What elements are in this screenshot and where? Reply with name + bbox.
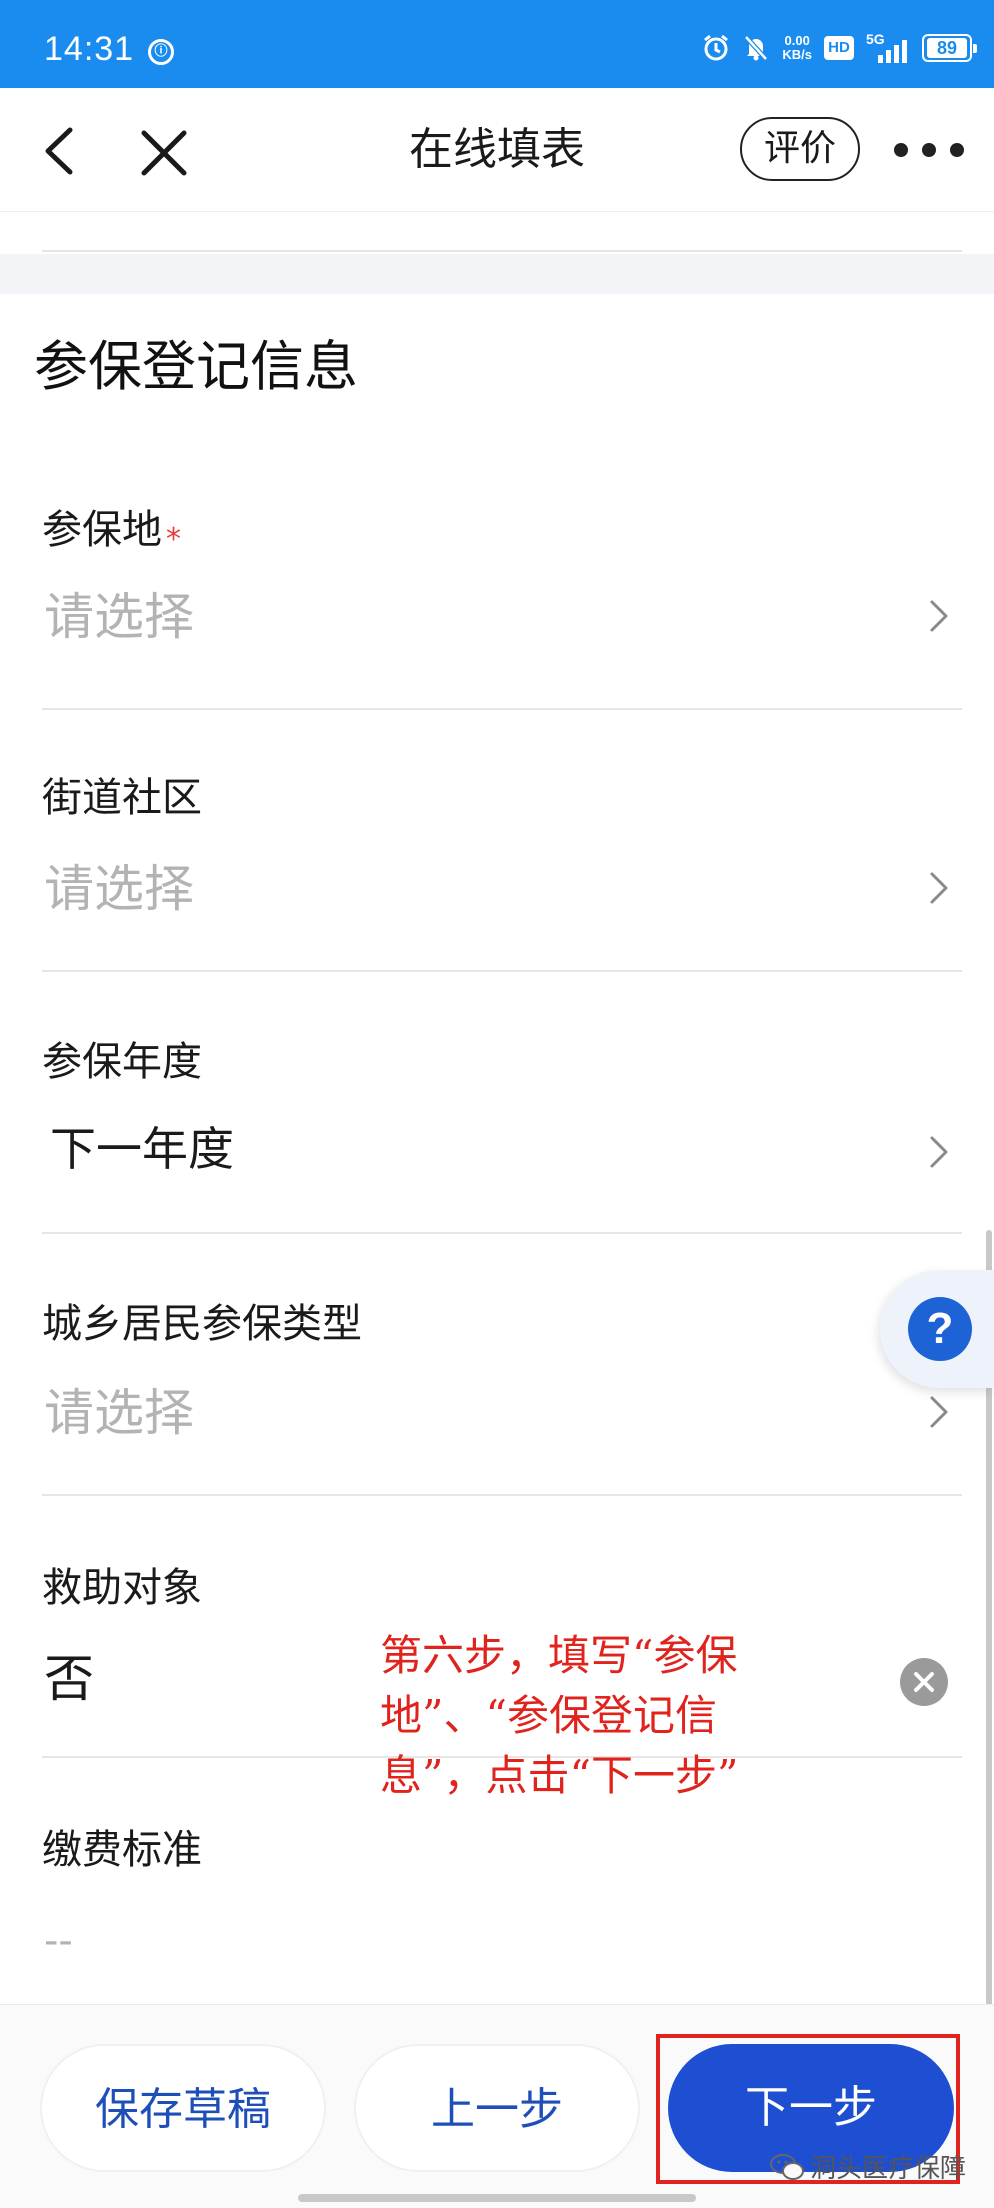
required-mark: * bbox=[166, 522, 181, 557]
rate-button[interactable]: 评价 bbox=[740, 117, 860, 181]
watermark-text: 洞头医疗保障 bbox=[810, 2154, 967, 2184]
divider bbox=[42, 708, 962, 710]
field-insurance-year[interactable]: 参保年度 下一年度 bbox=[0, 1034, 994, 1234]
network-speed: 0.00 KB/s bbox=[782, 34, 812, 62]
section-title: 参保登记信息 bbox=[34, 335, 358, 398]
chevron-right-icon bbox=[930, 1136, 948, 1168]
chevron-right-icon bbox=[930, 1396, 948, 1428]
app-notification-icon: ⓘ bbox=[148, 39, 174, 65]
select-value[interactable]: 下一年度 bbox=[50, 1114, 234, 1184]
hd-badge: HD bbox=[824, 36, 854, 60]
field-insured-location[interactable]: 参保地 * 请选择 bbox=[0, 490, 994, 710]
field-label-text: 参保地 bbox=[42, 507, 162, 553]
field-label: 城乡居民参保类型 bbox=[42, 1301, 362, 1347]
field-resident-insurance-type[interactable]: 城乡居民参保类型 请选择 bbox=[0, 1296, 994, 1496]
divider bbox=[42, 250, 962, 252]
status-bar: 14:31 ⓘ 0.00 KB/s HD 5G 89 bbox=[0, 0, 994, 88]
divider bbox=[42, 970, 962, 972]
network-speed-value: 0.00 bbox=[784, 33, 810, 48]
chevron-right-icon bbox=[930, 872, 948, 904]
status-time: 14:31 bbox=[44, 30, 135, 68]
field-label: 街道社区 bbox=[42, 775, 202, 821]
select-value[interactable]: 请选择 bbox=[44, 854, 194, 924]
tutorial-annotation: 第六步，填写“参保地”、“参保登记信息”，点击“下一步” bbox=[380, 1631, 739, 1800]
help-button[interactable]: ? bbox=[880, 1270, 994, 1388]
home-indicator[interactable] bbox=[298, 2194, 696, 2202]
field-label: 救助对象 bbox=[42, 1565, 202, 1611]
clear-icon[interactable] bbox=[900, 1658, 948, 1706]
battery-icon: 89 bbox=[922, 34, 977, 62]
battery-level: 89 bbox=[927, 38, 967, 58]
alarm-icon bbox=[702, 34, 730, 62]
signal-5g-icon: 5G bbox=[866, 31, 910, 63]
select-value[interactable]: 请选择 bbox=[44, 582, 194, 652]
field-label: 缴费标准 bbox=[42, 1827, 202, 1873]
field-label: 参保年度 bbox=[42, 1039, 202, 1085]
network-speed-unit: KB/s bbox=[782, 47, 812, 62]
status-icons: 0.00 KB/s HD 5G 89 bbox=[702, 30, 977, 66]
read-only-value: -- bbox=[44, 1918, 73, 1964]
save-draft-button[interactable]: 保存草稿 bbox=[40, 2044, 326, 2172]
help-icon: ? bbox=[908, 1297, 972, 1361]
field-payment-standard: 缴费标准 -- bbox=[0, 1822, 994, 1992]
section-separator bbox=[0, 254, 994, 294]
field-label: 参保地 * bbox=[42, 502, 181, 568]
watermark: 洞头医疗保障 bbox=[770, 2148, 966, 2185]
more-icon[interactable] bbox=[894, 132, 964, 168]
nav-bar: 在线填表 评价 bbox=[0, 88, 994, 212]
mute-bell-icon bbox=[742, 34, 770, 62]
wechat-icon bbox=[770, 2153, 804, 2180]
divider bbox=[42, 1494, 962, 1496]
field-street-community[interactable]: 街道社区 请选择 bbox=[0, 770, 994, 970]
select-value[interactable]: 请选择 bbox=[44, 1378, 194, 1448]
select-value[interactable]: 否 bbox=[44, 1644, 94, 1714]
divider bbox=[42, 1232, 962, 1234]
previous-step-button[interactable]: 上一步 bbox=[354, 2044, 640, 2172]
chevron-right-icon bbox=[930, 600, 948, 632]
